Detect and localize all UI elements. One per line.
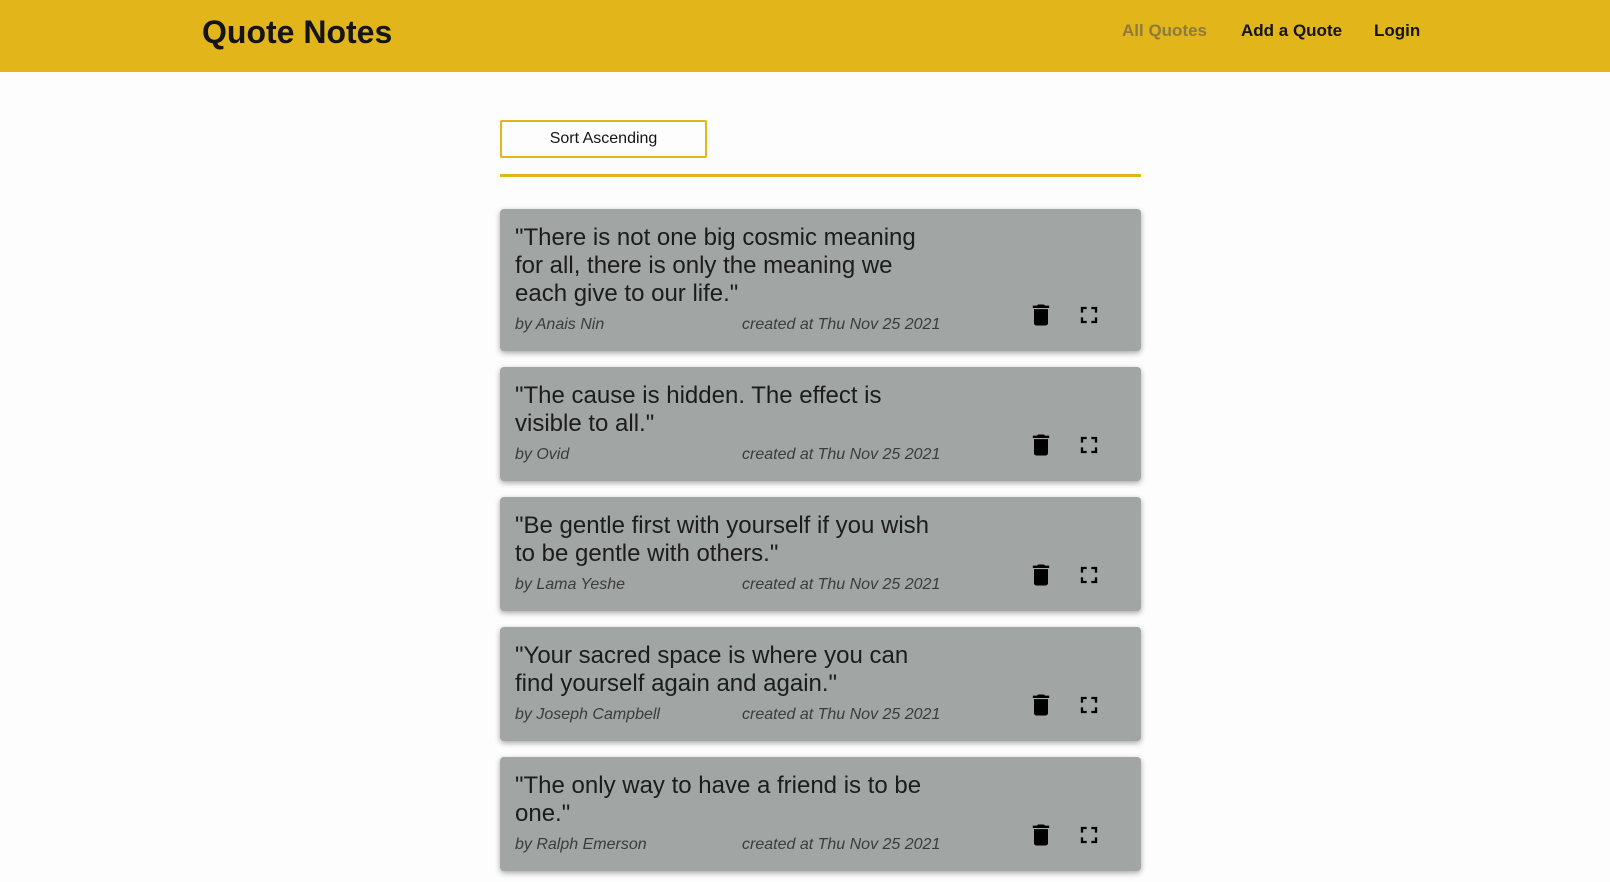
trash-icon [1032,564,1050,586]
expand-button[interactable] [1075,431,1103,459]
quote-text: "Be gentle first with yourself if you wi… [515,512,930,567]
nav-all-quotes[interactable]: All Quotes [1122,21,1207,41]
trash-icon [1032,304,1050,326]
quote-text: "Your sacred space is where you can find… [515,642,909,697]
quote-author: by Anais Nin [515,316,605,333]
expand-icon [1080,306,1098,324]
quote-card: "The cause is hidden. The effect is visi… [500,367,1141,481]
quote-author: by Ovid [515,446,570,463]
quote-text: "The only way to have a friend is to be … [515,772,922,827]
quote-text: "There is not one big cosmic meaning for… [515,224,916,307]
delete-button[interactable] [1027,821,1055,849]
quote-card: "Be gentle first with yourself if you wi… [500,497,1141,611]
delete-button[interactable] [1027,561,1055,589]
expand-button[interactable] [1075,561,1103,589]
delete-button[interactable] [1027,301,1055,329]
expand-button[interactable] [1075,821,1103,849]
expand-button[interactable] [1075,691,1103,719]
expand-icon [1080,566,1098,584]
divider [500,174,1141,177]
expand-icon [1080,826,1098,844]
quote-author: by Ralph Emerson [515,836,647,853]
quote-date: created at Thu Nov 25 2021 [742,446,941,463]
delete-button[interactable] [1027,691,1055,719]
app-logo[interactable]: Quote Notes [202,12,392,52]
trash-icon [1032,694,1050,716]
quote-date: created at Thu Nov 25 2021 [742,316,941,333]
expand-icon [1080,696,1098,714]
quote-card: "There is not one big cosmic meaning for… [500,209,1141,351]
quote-date: created at Thu Nov 25 2021 [742,576,941,593]
nav-add-quote[interactable]: Add a Quote [1241,21,1342,41]
expand-button[interactable] [1075,301,1103,329]
quote-author: by Joseph Campbell [515,706,660,723]
quote-author: by Lama Yeshe [515,576,626,593]
delete-button[interactable] [1027,431,1055,459]
trash-icon [1032,434,1050,456]
quote-text: "The cause is hidden. The effect is visi… [515,382,882,437]
quote-card: "The only way to have a friend is to be … [500,757,1141,871]
trash-icon [1032,824,1050,846]
nav-login[interactable]: Login [1374,21,1420,41]
expand-icon [1080,436,1098,454]
sort-button[interactable]: Sort Ascending [500,120,707,158]
quote-date: created at Thu Nov 25 2021 [742,706,941,723]
quote-card: "Your sacred space is where you can find… [500,627,1141,741]
quote-date: created at Thu Nov 25 2021 [742,836,941,853]
app-header: Quote Notes All Quotes Add a Quote Login [0,0,1610,72]
